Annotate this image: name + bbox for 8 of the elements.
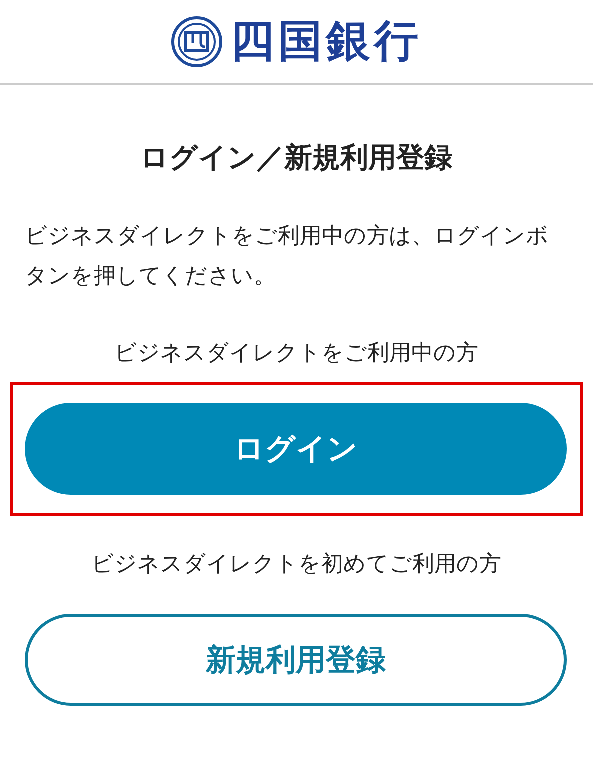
description-text: ビジネスダイレクトをご利用中の方は、ログインボタンを押してください。 xyxy=(25,223,550,291)
page-title: ログイン／新規利用登録 xyxy=(140,140,454,176)
logo-text: 四国銀行 xyxy=(230,20,422,64)
login-button[interactable]: ログイン xyxy=(25,403,567,495)
logo-icon xyxy=(170,16,222,68)
section-label: ビジネスダイレクトを初めてご利用の方 xyxy=(92,551,502,579)
section-label: ビジネスダイレクトをご利用中の方 xyxy=(114,340,478,368)
register-button[interactable]: 新規利用登録 xyxy=(25,614,567,706)
